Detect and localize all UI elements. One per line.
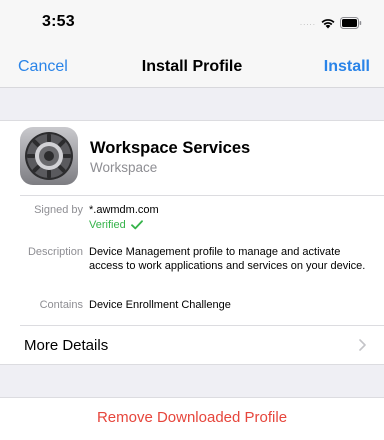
cancel-button[interactable]: Cancel <box>18 58 68 76</box>
description-label: Description <box>27 246 83 258</box>
settings-gear-icon <box>20 127 78 185</box>
battery-icon <box>340 17 362 29</box>
signed-by-label: Signed by <box>34 204 83 216</box>
verified-label: Verified <box>89 219 126 231</box>
contains-value: Device Enrollment Challenge <box>89 299 231 311</box>
remove-profile-label: Remove Downloaded Profile <box>96 409 288 426</box>
remove-profile-button[interactable]: Remove Downloaded Profile <box>0 397 384 440</box>
status-bar: 3:53 ..... <box>0 0 384 48</box>
profile-name: Workspace Services <box>90 139 251 157</box>
profile-organization: Workspace <box>90 160 158 175</box>
signal-dots: ..... <box>299 18 316 27</box>
install-button[interactable]: Install <box>324 58 370 76</box>
more-details-label: More Details <box>24 337 109 354</box>
signed-by-value-group: *.awmdm.com Verified <box>89 203 369 232</box>
chevron-right-icon <box>359 339 366 351</box>
section-spacer-bottom <box>0 366 384 397</box>
profile-card: Workspace Services Workspace Signed by *… <box>0 120 384 365</box>
divider <box>20 195 384 196</box>
checkmark-icon <box>130 220 143 230</box>
status-time: 3:53 <box>42 13 75 30</box>
description-value: Device Management profile to manage and … <box>89 246 366 272</box>
verified-status: Verified <box>89 218 369 232</box>
wifi-icon <box>320 17 336 29</box>
section-spacer-top <box>0 89 384 120</box>
more-details-button[interactable]: More Details <box>0 326 384 365</box>
signed-by-value: *.awmdm.com <box>89 204 159 216</box>
status-icons: ..... <box>300 16 362 30</box>
nav-bar: Cancel Install Profile Install <box>0 48 384 88</box>
contains-label: Contains <box>39 299 83 311</box>
